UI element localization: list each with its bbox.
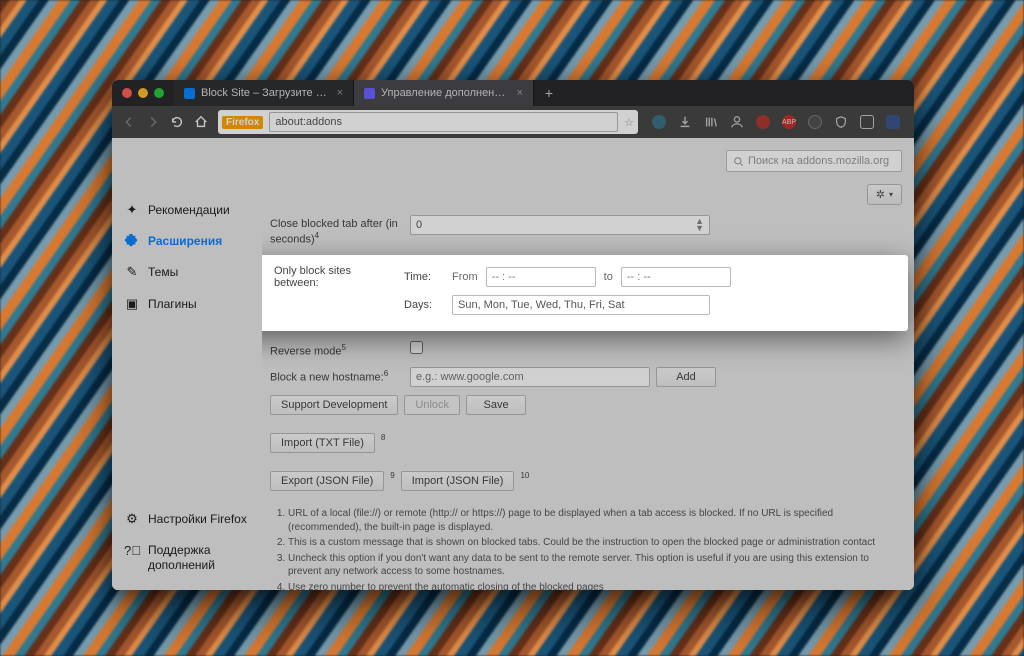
- content-area: ✦ Рекомендации Расширения ✎ Темы ▣ Плаги…: [112, 138, 914, 590]
- library-icon[interactable]: [700, 111, 722, 133]
- sidebar-item-label: Рекомендации: [148, 203, 230, 217]
- block-hostname-label: Block a new hostname:6: [270, 367, 400, 385]
- navigation-toolbar: Firefox ☆ ABP 7 w: [112, 106, 914, 138]
- sidebar-item-addons-support[interactable]: ?⃝ Поддержка дополнений: [120, 537, 262, 578]
- time-from-input[interactable]: [486, 267, 596, 287]
- help-icon: ?⃝: [124, 543, 140, 558]
- stepper-icon[interactable]: ▲▼: [695, 218, 704, 232]
- reverse-mode-checkbox[interactable]: [410, 341, 423, 354]
- close-tab-label: Close blocked tab after (in seconds)4: [270, 215, 400, 247]
- gear-icon: ⚙: [124, 511, 140, 527]
- notifications-icon[interactable]: 7: [908, 111, 914, 133]
- screenshot-icon[interactable]: [856, 111, 878, 133]
- sidebar-item-firefox-settings[interactable]: ⚙ Настройки Firefox: [120, 505, 262, 533]
- search-placeholder: Поиск на addons.mozilla.org: [748, 155, 889, 167]
- tab-label: Block Site – Загрузите это ра…: [201, 87, 331, 99]
- star-icon: ✦: [124, 202, 140, 218]
- address-input[interactable]: [269, 112, 618, 132]
- time-to-input[interactable]: [621, 267, 731, 287]
- new-tab-button[interactable]: +: [534, 80, 564, 106]
- save-button[interactable]: Save: [466, 395, 526, 415]
- reverse-mode-label: Reverse mode5: [270, 341, 400, 359]
- close-tab-seconds-input[interactable]: 0 ▲▼: [410, 215, 710, 235]
- back-button[interactable]: [122, 110, 136, 134]
- extension-icon[interactable]: [804, 111, 826, 133]
- days-sublabel: Days:: [404, 299, 444, 311]
- sidebar-item-label: Расширения: [148, 234, 222, 248]
- account-icon[interactable]: [726, 111, 748, 133]
- sidebar-item-label: Настройки Firefox: [148, 512, 247, 526]
- forward-button[interactable]: [146, 110, 160, 134]
- reload-button[interactable]: [170, 110, 184, 134]
- time-sublabel: Time:: [404, 271, 444, 283]
- identity-firefox-badge: Firefox: [222, 116, 263, 129]
- support-development-button[interactable]: Support Development: [270, 395, 398, 415]
- import-json-button[interactable]: Import (JSON File): [401, 471, 515, 491]
- wiki-icon[interactable]: [882, 111, 904, 133]
- addons-tools-button[interactable]: ✲ ▾: [867, 184, 902, 205]
- addons-search[interactable]: Поиск на addons.mozilla.org: [726, 150, 902, 172]
- unlock-button[interactable]: Unlock: [404, 395, 460, 415]
- sidebar-item-themes[interactable]: ✎ Темы: [120, 258, 262, 286]
- close-window-icon[interactable]: [122, 88, 132, 98]
- tab-label: Управление дополнениями: [381, 87, 511, 99]
- extension-ublock-icon[interactable]: [752, 111, 774, 133]
- bookmark-star-icon[interactable]: ☆: [624, 116, 634, 129]
- home-button[interactable]: [194, 110, 208, 134]
- downloads-icon[interactable]: [674, 111, 696, 133]
- puzzle-icon: [124, 234, 140, 248]
- close-tab-icon[interactable]: ×: [337, 87, 343, 99]
- block-hostname-input[interactable]: [410, 367, 650, 387]
- sidebar-item-label: Плагины: [148, 297, 197, 311]
- addons-sidebar: ✦ Рекомендации Расширения ✎ Темы ▣ Плаги…: [112, 138, 262, 590]
- days-input[interactable]: [452, 295, 710, 315]
- window-controls[interactable]: [112, 80, 174, 106]
- tab-block-site[interactable]: Block Site – Загрузите это ра… ×: [174, 80, 354, 106]
- only-block-label: Only block sites between:: [274, 265, 396, 289]
- time-schedule-highlight: 3 Only block sites between: Time: From t…: [262, 255, 908, 331]
- favicon-icon: [364, 88, 375, 99]
- blocker-icon[interactable]: [648, 111, 670, 133]
- sidebar-item-label: Темы: [148, 265, 178, 279]
- gear-icon: ✲: [876, 188, 885, 201]
- sidebar-item-label: Поддержка дополнений: [148, 543, 258, 572]
- extension-abp-icon[interactable]: ABP: [778, 111, 800, 133]
- plug-icon: ▣: [124, 296, 140, 312]
- maximize-window-icon[interactable]: [154, 88, 164, 98]
- add-hostname-button[interactable]: Add: [656, 367, 716, 387]
- close-tab-icon[interactable]: ×: [517, 87, 523, 99]
- import-txt-button[interactable]: Import (TXT File): [270, 433, 375, 453]
- tab-addons-manager[interactable]: Управление дополнениями ×: [354, 80, 534, 106]
- url-bar[interactable]: Firefox ☆: [218, 110, 638, 134]
- search-icon: [733, 156, 744, 167]
- browser-window: Block Site – Загрузите это ра… × Управле…: [112, 80, 914, 590]
- sidebar-item-extensions[interactable]: Расширения: [120, 228, 262, 254]
- minimize-window-icon[interactable]: [138, 88, 148, 98]
- tab-bar: Block Site – Загрузите это ра… × Управле…: [112, 80, 914, 106]
- chevron-down-icon: ▾: [889, 190, 893, 199]
- sidebar-item-plugins[interactable]: ▣ Плагины: [120, 290, 262, 318]
- addon-settings-panel: Поиск на addons.mozilla.org ✲ ▾ Close bl…: [262, 138, 914, 590]
- favicon-icon: [184, 88, 195, 99]
- export-json-button[interactable]: Export (JSON File): [270, 471, 384, 491]
- shield-icon[interactable]: [830, 111, 852, 133]
- sidebar-item-recommendations[interactable]: ✦ Рекомендации: [120, 196, 262, 224]
- footnotes: URL of a local (file://) or remote (http…: [270, 507, 902, 590]
- brush-icon: ✎: [124, 264, 140, 280]
